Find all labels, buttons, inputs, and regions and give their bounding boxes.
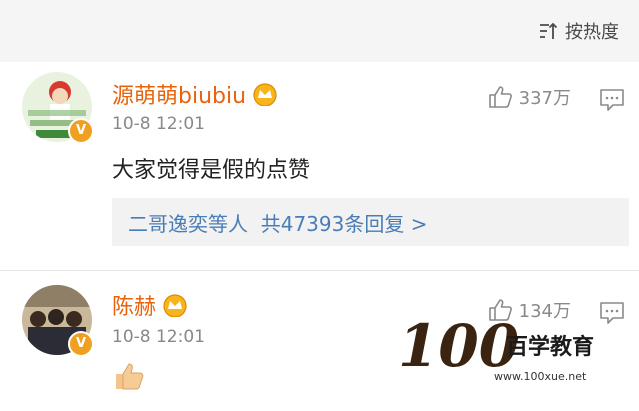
avatar[interactable]: V bbox=[22, 72, 94, 144]
thumbs-up-icon bbox=[488, 86, 512, 108]
replies-summary: 共47393条回复 > bbox=[260, 211, 428, 236]
watermark-logo: 100 百学教育 www.100xue.net bbox=[398, 318, 594, 383]
username[interactable]: 源萌萌biubiu bbox=[112, 78, 246, 110]
like-button[interactable]: 337万 bbox=[487, 84, 571, 110]
username[interactable]: 陈赫 bbox=[112, 289, 156, 321]
verified-badge: V bbox=[68, 331, 94, 357]
username-row: 陈赫 bbox=[112, 289, 188, 321]
avatar[interactable]: V bbox=[22, 285, 94, 357]
watermark-url: www.100xue.net bbox=[494, 370, 587, 383]
like-count: 337万 bbox=[518, 88, 571, 109]
comment-time: 10-8 12:01 bbox=[112, 327, 205, 347]
reply-icon[interactable] bbox=[599, 88, 625, 112]
watermark-brand: 百学教育 bbox=[506, 334, 594, 360]
sort-label: 按热度 bbox=[565, 22, 619, 43]
sort-bar: 按热度 bbox=[0, 0, 639, 62]
reply-icon[interactable] bbox=[599, 301, 625, 325]
comment-text: 大家觉得是假的点赞 bbox=[112, 158, 311, 183]
thumbs-up-emoji-icon bbox=[116, 363, 144, 390]
crown-icon bbox=[253, 83, 277, 106]
verified-badge: V bbox=[68, 118, 94, 144]
username-row: 源萌萌biubiu bbox=[112, 78, 278, 110]
comment-time: 10-8 12:01 bbox=[112, 114, 205, 134]
sort-by-hot-button[interactable]: 按热度 bbox=[537, 16, 619, 46]
crown-icon bbox=[163, 294, 187, 317]
comment-item: V 源萌萌biubiu 10-8 12:01 337万 大家觉得是假的点赞 二哥… bbox=[0, 62, 639, 270]
replies-link[interactable]: 二哥逸奕等人 共47393条回复 > bbox=[112, 198, 629, 246]
replies-names: 二哥逸奕等人 bbox=[128, 211, 248, 236]
sort-icon bbox=[540, 22, 558, 39]
